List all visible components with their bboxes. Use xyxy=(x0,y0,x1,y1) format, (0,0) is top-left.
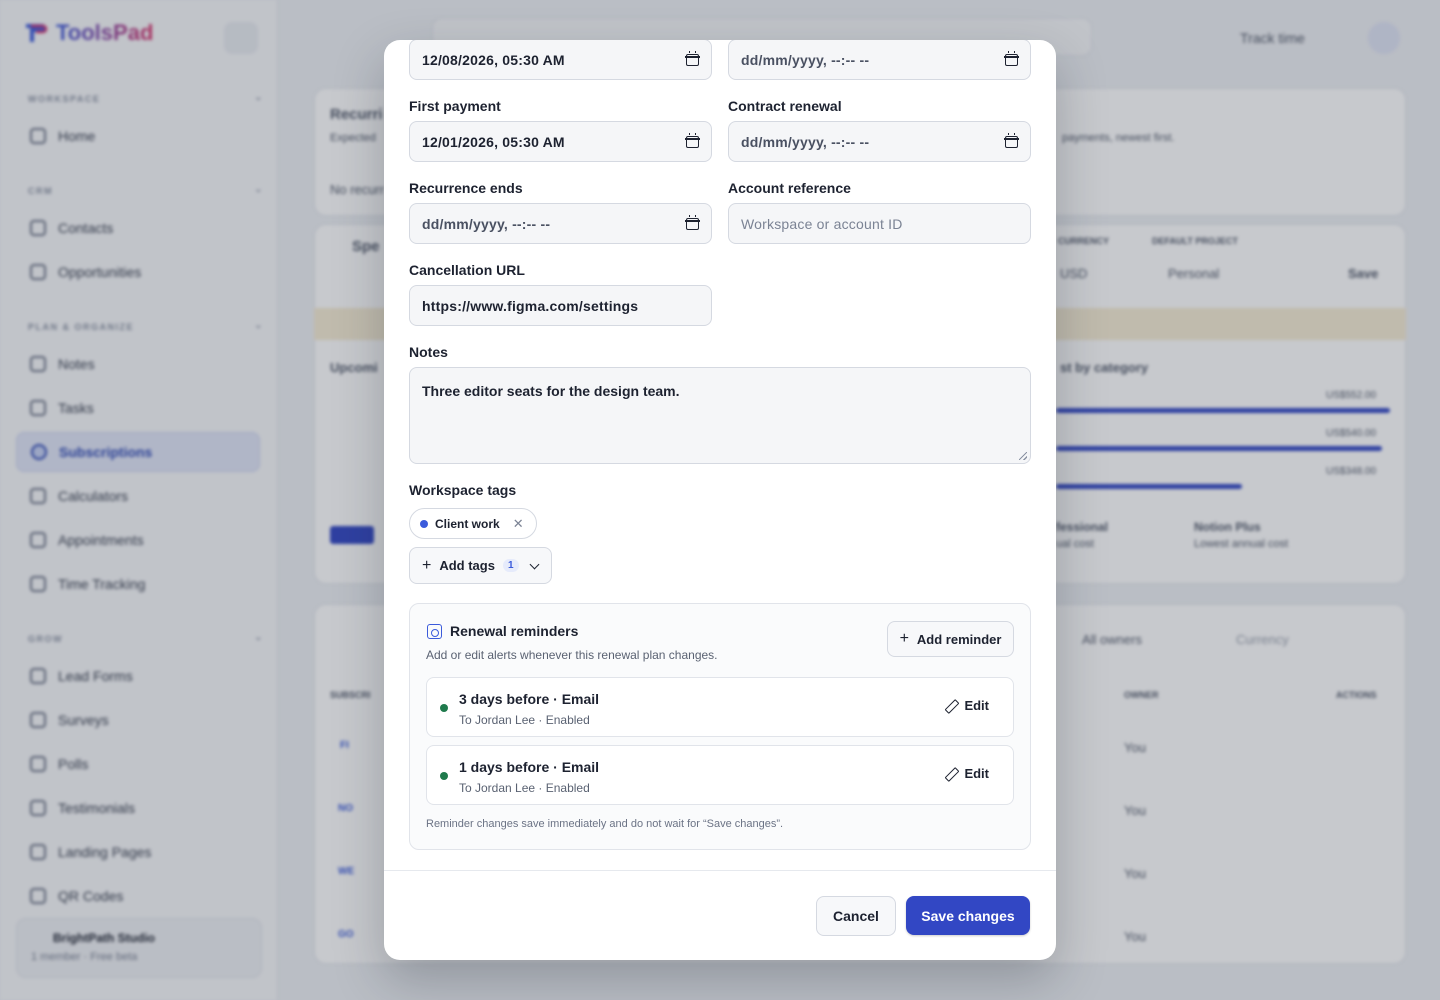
calendar-icon[interactable] xyxy=(1004,132,1019,148)
first-payment-label: First payment xyxy=(409,98,501,114)
reminders-note: Reminder changes save immediately and do… xyxy=(426,818,784,830)
remove-tag-icon[interactable]: ✕ xyxy=(513,516,524,532)
recurrence-ends-field[interactable]: dd/mm/yyyy, --:-- -- xyxy=(409,203,712,244)
recurrence-ends-label: Recurrence ends xyxy=(409,180,523,196)
chevron-down-icon xyxy=(529,559,539,569)
save-changes-button[interactable]: Save changes xyxy=(906,896,1030,935)
reminder-row: 1 days before · Email To Jordan Lee · En… xyxy=(426,745,1014,805)
plus-icon: + xyxy=(899,630,909,647)
calendar-icon[interactable] xyxy=(685,132,700,148)
cancellation-url-label: Cancellation URL xyxy=(409,262,525,278)
calendar-icon[interactable] xyxy=(1004,50,1019,66)
contract-renewal-field[interactable]: dd/mm/yyyy, --:-- -- xyxy=(728,121,1031,162)
reminder-detail: To Jordan Lee · Enabled xyxy=(459,781,590,795)
reminder-detail: To Jordan Lee · Enabled xyxy=(459,713,590,727)
notes-label: Notes xyxy=(409,344,448,360)
start-date-field[interactable]: 12/08/2026, 05:30 AM xyxy=(409,40,712,80)
pencil-icon xyxy=(945,768,957,780)
renewal-reminders-card: Renewal reminders Add or edit alerts whe… xyxy=(409,603,1031,850)
reminder-title: 3 days before · Email xyxy=(459,691,600,707)
calendar-clock-icon xyxy=(427,624,442,639)
edit-reminder-button[interactable]: Edit xyxy=(945,766,989,781)
account-reference-label: Account reference xyxy=(728,180,851,196)
modal-body: 12/08/2026, 05:30 AM dd/mm/yyyy, --:-- -… xyxy=(384,40,1056,870)
reminders-subtitle: Add or edit alerts whenever this renewal… xyxy=(426,648,718,662)
edit-reminder-button[interactable]: Edit xyxy=(945,698,989,713)
enabled-status-dot xyxy=(440,772,448,780)
reminder-title: 1 days before · Email xyxy=(459,759,600,775)
add-tags-dropdown[interactable]: + Add tags 1 xyxy=(409,547,552,584)
reminders-title: Renewal reminders xyxy=(450,623,579,639)
plus-icon: + xyxy=(422,556,432,574)
calendar-icon[interactable] xyxy=(685,214,700,230)
tag-color-dot xyxy=(420,519,428,528)
modal-footer: Cancel Save changes xyxy=(384,870,1056,960)
workspace-tags-label: Workspace tags xyxy=(409,482,517,498)
cancel-button[interactable]: Cancel xyxy=(816,896,896,936)
cancellation-url-input[interactable]: https://www.figma.com/settings xyxy=(409,285,712,326)
add-reminder-button[interactable]: + Add reminder xyxy=(887,621,1014,657)
reminder-row: 3 days before · Email To Jordan Lee · En… xyxy=(426,677,1014,737)
calendar-icon[interactable] xyxy=(685,50,700,66)
resize-handle-icon[interactable] xyxy=(1019,452,1027,460)
tag-chip-client-work: Client work ✕ xyxy=(409,508,537,539)
pencil-icon xyxy=(945,700,957,712)
enabled-status-dot xyxy=(440,704,448,712)
edit-subscription-modal: 12/08/2026, 05:30 AM dd/mm/yyyy, --:-- -… xyxy=(384,40,1056,960)
end-date-field[interactable]: dd/mm/yyyy, --:-- -- xyxy=(728,40,1031,80)
contract-renewal-label: Contract renewal xyxy=(728,98,842,114)
first-payment-field[interactable]: 12/01/2026, 05:30 AM xyxy=(409,121,712,162)
account-reference-input[interactable]: Workspace or account ID xyxy=(728,203,1031,244)
selected-tags-count: 1 xyxy=(502,559,519,572)
notes-textarea[interactable]: Three editor seats for the design team. xyxy=(409,367,1031,464)
